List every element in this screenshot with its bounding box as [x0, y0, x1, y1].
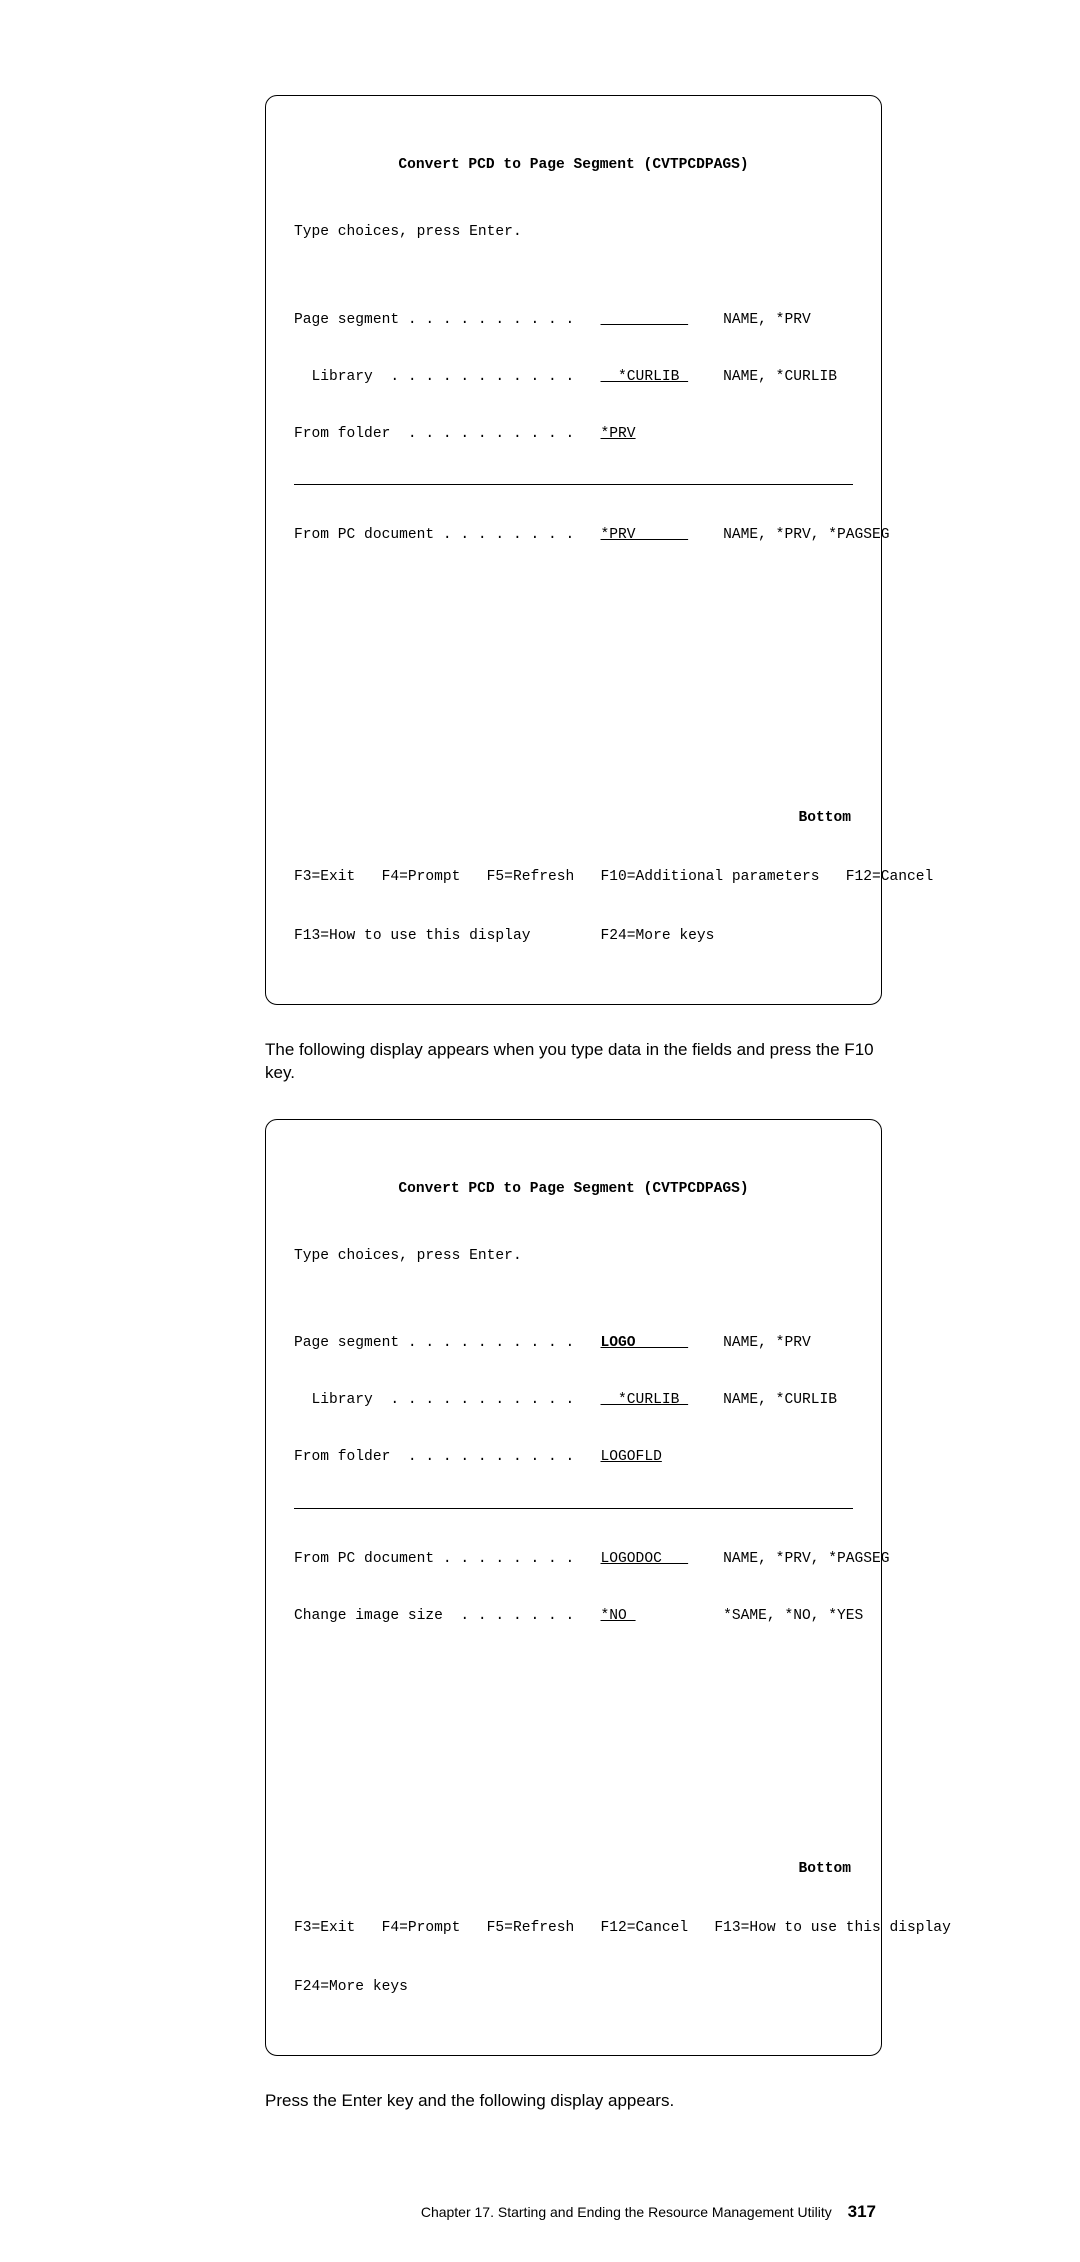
page-content: Convert PCD to Page Segment (CVTPCDPAGS)…: [0, 0, 1080, 2262]
input-from-folder[interactable]: *PRV: [601, 425, 636, 444]
hint-change-image-size: *SAME, *NO, *YES: [723, 1607, 863, 1626]
function-keys-line-2: F24=More keys: [294, 1978, 853, 1997]
footer-page-number: 317: [848, 2202, 876, 2221]
hint-library: NAME, *CURLIB: [723, 368, 837, 387]
label-from-folder: From folder . . . . . . . . . .: [294, 425, 574, 444]
input-library[interactable]: *CURLIB: [601, 1391, 689, 1410]
hint-page-segment: NAME, *PRV: [723, 311, 811, 330]
label-from-pc-document: From PC document . . . . . . . .: [294, 526, 574, 545]
label-library: Library . . . . . . . . . . .: [294, 368, 574, 387]
divider-line: [294, 483, 853, 485]
input-change-image-size[interactable]: *NO: [601, 1607, 636, 1626]
paragraph-1: The following display appears when you t…: [265, 1039, 882, 1085]
paragraph-2: Press the Enter key and the following di…: [265, 2090, 882, 2113]
divider-line: [294, 1507, 853, 1509]
function-keys-line-2: F13=How to use this display F24=More key…: [294, 927, 853, 946]
function-keys-line-1: F3=Exit F4=Prompt F5=Refresh F10=Additio…: [294, 868, 853, 887]
label-library: Library . . . . . . . . . . .: [294, 1391, 574, 1410]
bottom-indicator: Bottom: [294, 809, 851, 828]
screen-title: Convert PCD to Page Segment (CVTPCDPAGS): [294, 156, 853, 175]
input-from-folder[interactable]: LOGOFLD: [601, 1448, 662, 1467]
screen-instruction: Type choices, press Enter.: [294, 223, 853, 242]
hint-library: NAME, *CURLIB: [723, 1391, 837, 1410]
label-from-pc-document: From PC document . . . . . . . .: [294, 1550, 574, 1569]
terminal-screen-2: Convert PCD to Page Segment (CVTPCDPAGS)…: [265, 1119, 882, 2056]
label-change-image-size: Change image size . . . . . . .: [294, 1607, 574, 1626]
input-from-pc-document[interactable]: *PRV: [601, 526, 689, 545]
page-footer: Chapter 17. Starting and Ending the Reso…: [265, 2202, 882, 2222]
input-library[interactable]: *CURLIB: [601, 368, 689, 387]
hint-page-segment: NAME, *PRV: [723, 1334, 811, 1353]
screen-title: Convert PCD to Page Segment (CVTPCDPAGS): [294, 1180, 853, 1199]
function-keys-line-1: F3=Exit F4=Prompt F5=Refresh F12=Cancel …: [294, 1919, 853, 1938]
footer-chapter-text: Chapter 17. Starting and Ending the Reso…: [421, 2204, 832, 2220]
screen-instruction: Type choices, press Enter.: [294, 1247, 853, 1266]
label-from-folder: From folder . . . . . . . . . .: [294, 1448, 574, 1467]
label-page-segment: Page segment . . . . . . . . . .: [294, 1334, 574, 1353]
label-page-segment: Page segment . . . . . . . . . .: [294, 311, 574, 330]
hint-from-pc-document: NAME, *PRV, *PAGSEG: [723, 526, 889, 545]
bottom-indicator: Bottom: [294, 1860, 851, 1879]
input-page-segment[interactable]: [601, 311, 689, 330]
terminal-screen-1: Convert PCD to Page Segment (CVTPCDPAGS)…: [265, 95, 882, 1005]
input-from-pc-document[interactable]: LOGODOC: [601, 1550, 689, 1569]
hint-from-pc-document: NAME, *PRV, *PAGSEG: [723, 1550, 889, 1569]
input-page-segment[interactable]: LOGO: [601, 1334, 689, 1353]
